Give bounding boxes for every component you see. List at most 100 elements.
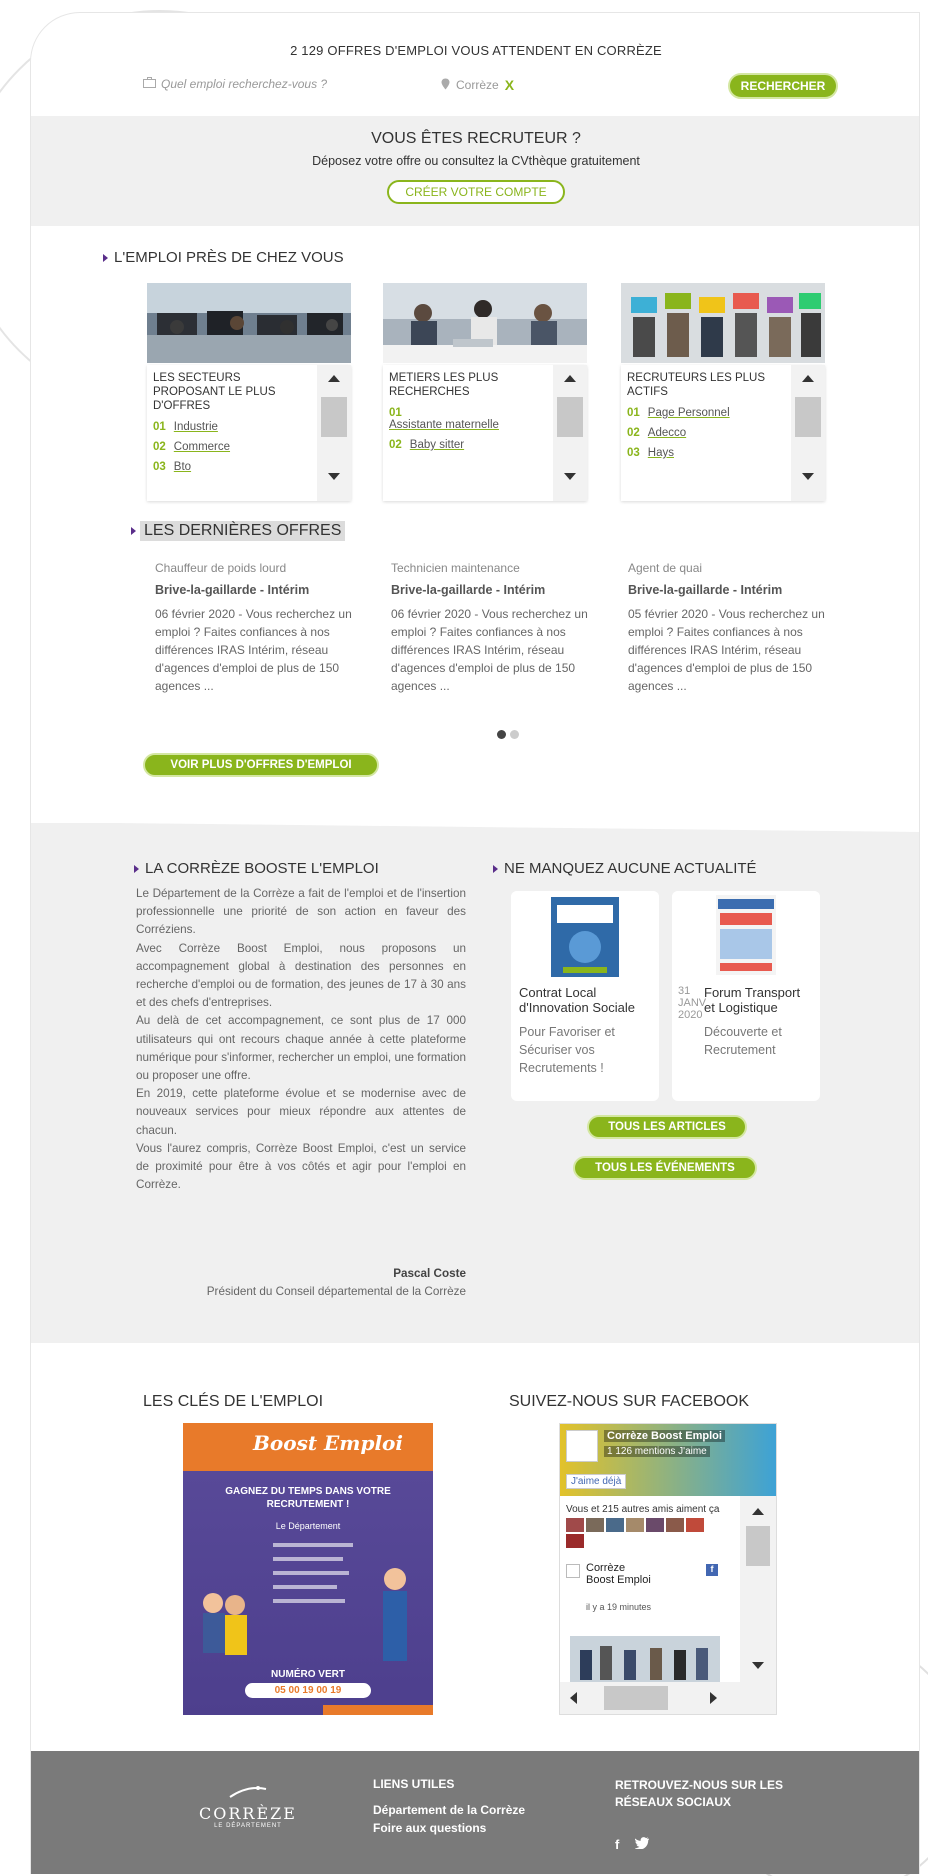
event-image (672, 891, 820, 981)
event-date-year: 2020 (678, 1009, 703, 1021)
list-item[interactable]: 01 Page Personnel (627, 407, 787, 419)
fb-page-name[interactable]: Corrèze Boost Emploi (604, 1430, 725, 1442)
scroll-thumb[interactable] (795, 397, 821, 437)
offer-place: Brive-la-gaillarde - Intérim (391, 583, 546, 597)
team-signs-photo (621, 283, 825, 363)
boost-paragraph: Avec Corrèze Boost Emploi, nous proposon… (136, 941, 466, 1010)
list-item[interactable]: 01 Assistante maternelle (389, 407, 549, 431)
item-link[interactable]: Page Personnel (648, 407, 730, 419)
clear-location-icon[interactable]: X (505, 77, 514, 93)
item-link[interactable]: Bto (174, 461, 191, 473)
item-number: 03 (153, 461, 166, 473)
list-item[interactable]: 02 Commerce (153, 441, 313, 453)
footer-social: RETROUVEZ-NOUS SUR LES RÉSEAUX SOCIAUX f (615, 1777, 835, 1852)
card-scrollbar[interactable] (791, 365, 825, 501)
offer-place: Brive-la-gaillarde - Intérim (628, 583, 783, 597)
carousel-dot[interactable] (510, 730, 519, 739)
page: 2 129 OFFRES D'EMPLOI VOUS ATTENDENT EN … (0, 0, 928, 1876)
footer-logo-text: CORRÈZE (199, 1804, 297, 1823)
office-photo (147, 283, 351, 363)
fb-post-avatar (566, 1564, 580, 1578)
scroll-thumb[interactable] (557, 397, 583, 437)
more-offers-button[interactable]: VOIR PLUS D'OFFRES D'EMPLOI (143, 753, 379, 777)
item-link[interactable]: Baby sitter (410, 439, 464, 451)
search-button[interactable]: RECHERCHER (728, 73, 838, 99)
poster-phone: 05 00 19 00 19 (245, 1683, 371, 1698)
poster-header: Boost Emploi (183, 1423, 433, 1471)
item-link[interactable]: Industrie (174, 421, 218, 433)
footer-link-faq[interactable]: Foire aux questions (373, 1821, 573, 1835)
search-input[interactable]: Quel emploi recherchez-vous ? (143, 77, 327, 91)
create-account-button[interactable]: CRÉER VOTRE COMPTE (387, 180, 565, 204)
list-item[interactable]: 02 Adecco (627, 427, 787, 439)
scroll-up-icon[interactable] (802, 375, 814, 382)
fb-likes: 1 126 mentions J'aime (604, 1446, 710, 1457)
footer-links-title: LIENS UTILES (373, 1777, 455, 1791)
boost-paragraph: Vous l'aurez compris, Corrèze Boost Empl… (136, 1141, 466, 1192)
scroll-up-icon[interactable] (564, 375, 576, 382)
bullet-arrow-icon (134, 864, 139, 873)
card-scrollbar[interactable] (317, 365, 351, 501)
poster-headline: GAGNEZ DU TEMPS DANS VOTRE RECRUTEMENT ! (225, 1486, 391, 1510)
fb-post-author[interactable]: Corrèze Boost Emploi (586, 1562, 656, 1586)
scroll-down-icon[interactable] (752, 1662, 764, 1669)
bullet-arrow-icon (493, 864, 498, 873)
list-item[interactable]: 01 Industrie (153, 421, 313, 433)
scroll-down-icon[interactable] (328, 473, 340, 480)
facebook-icon[interactable]: f (615, 1837, 619, 1852)
latest-offers-title: LES DERNIÈRES OFFRES (131, 521, 346, 541)
main-frame: 2 129 OFFRES D'EMPLOI VOUS ATTENDENT EN … (30, 12, 920, 1874)
offer-place: Brive-la-gaillarde - Intérim (155, 583, 310, 597)
fb-post-time: il y a 19 minutes (586, 1602, 652, 1612)
item-link[interactable]: Assistante maternelle (389, 419, 499, 431)
boost-title: LA CORRÈZE BOOSTE L'EMPLOI (134, 860, 379, 877)
scroll-up-icon[interactable] (328, 375, 340, 382)
scroll-right-icon[interactable] (710, 1692, 717, 1704)
list-item[interactable]: 03 Hays (627, 447, 787, 459)
offer-desc: 05 février 2020 - Vous recherchez un emp… (628, 607, 825, 693)
fb-logo-icon: f (706, 1564, 718, 1576)
scroll-thumb[interactable] (604, 1686, 668, 1710)
list-item[interactable]: 03 Bto (153, 461, 313, 473)
scroll-thumb[interactable] (746, 1526, 770, 1566)
item-link[interactable]: Commerce (174, 441, 230, 453)
scroll-up-icon[interactable] (752, 1508, 764, 1515)
all-articles-button[interactable]: TOUS LES ARTICLES (587, 1115, 747, 1139)
news-card[interactable]: Contrat Local d'Innovation Sociale Pour … (511, 891, 659, 1101)
fb-horizontal-scrollbar[interactable] (560, 1682, 776, 1714)
recruiter-title: VOUS ÊTES RECRUTEUR ? (371, 130, 581, 147)
fb-friend-avatars (566, 1518, 704, 1548)
footer-logo[interactable]: CORRÈZE LE DÉPARTEMENT (199, 1785, 297, 1829)
offer-card[interactable]: Agent de quai Brive-la-gaillarde - Intér… (628, 561, 838, 695)
item-link[interactable]: Adecco (648, 427, 686, 439)
scroll-down-icon[interactable] (564, 473, 576, 480)
list-item[interactable]: 02 Baby sitter (389, 439, 549, 451)
offer-card[interactable]: Technicien maintenance Brive-la-gaillard… (391, 561, 601, 695)
scroll-thumb[interactable] (321, 397, 347, 437)
keys-poster[interactable]: Boost Emploi GAGNEZ DU TEMPS DANS VOTRE … (183, 1423, 433, 1715)
twitter-icon[interactable] (634, 1837, 650, 1852)
band-diagonal (31, 822, 919, 832)
boost-paragraph: Le Département de la Corrèze a fait de l… (136, 887, 466, 937)
item-number: 02 (627, 427, 640, 439)
item-number: 01 (627, 407, 640, 419)
carousel-dot-active[interactable] (497, 730, 506, 739)
event-card[interactable]: 31 JANV 2020 Forum Transport et Logistiq… (672, 891, 820, 1101)
footer-link-departement[interactable]: Département de la Corrèze (373, 1803, 573, 1817)
recruiter-banner: VOUS ÊTES RECRUTEUR ? Déposez votre offr… (31, 116, 919, 226)
fb-vertical-scrollbar[interactable] (740, 1496, 776, 1682)
facebook-title: SUIVEZ-NOUS SUR FACEBOOK (509, 1393, 750, 1410)
footer-social-title: RETROUVEZ-NOUS SUR LES RÉSEAUX SOCIAUX (615, 1778, 784, 1809)
item-link[interactable]: Hays (648, 447, 674, 459)
scroll-down-icon[interactable] (802, 473, 814, 480)
boost-paragraph: En 2019, cette plateforme évolue et se m… (136, 1087, 466, 1137)
location-input[interactable]: Corrèze X (441, 77, 514, 93)
latest-offers-title-text: LES DERNIÈRES OFFRES (140, 521, 346, 541)
facebook-widget[interactable]: Corrèze Boost Emploi 1 126 mentions J'ai… (559, 1423, 777, 1715)
all-events-button[interactable]: TOUS LES ÉVÉNEMENTS (573, 1156, 757, 1180)
fb-friends: Vous et 215 autres amis aiment ça (566, 1504, 720, 1515)
fb-like-button[interactable]: J'aime déjà (566, 1474, 627, 1489)
scroll-left-icon[interactable] (570, 1692, 577, 1704)
card-scrollbar[interactable] (553, 365, 587, 501)
offer-card[interactable]: Chauffeur de poids lourd Brive-la-gailla… (155, 561, 365, 695)
